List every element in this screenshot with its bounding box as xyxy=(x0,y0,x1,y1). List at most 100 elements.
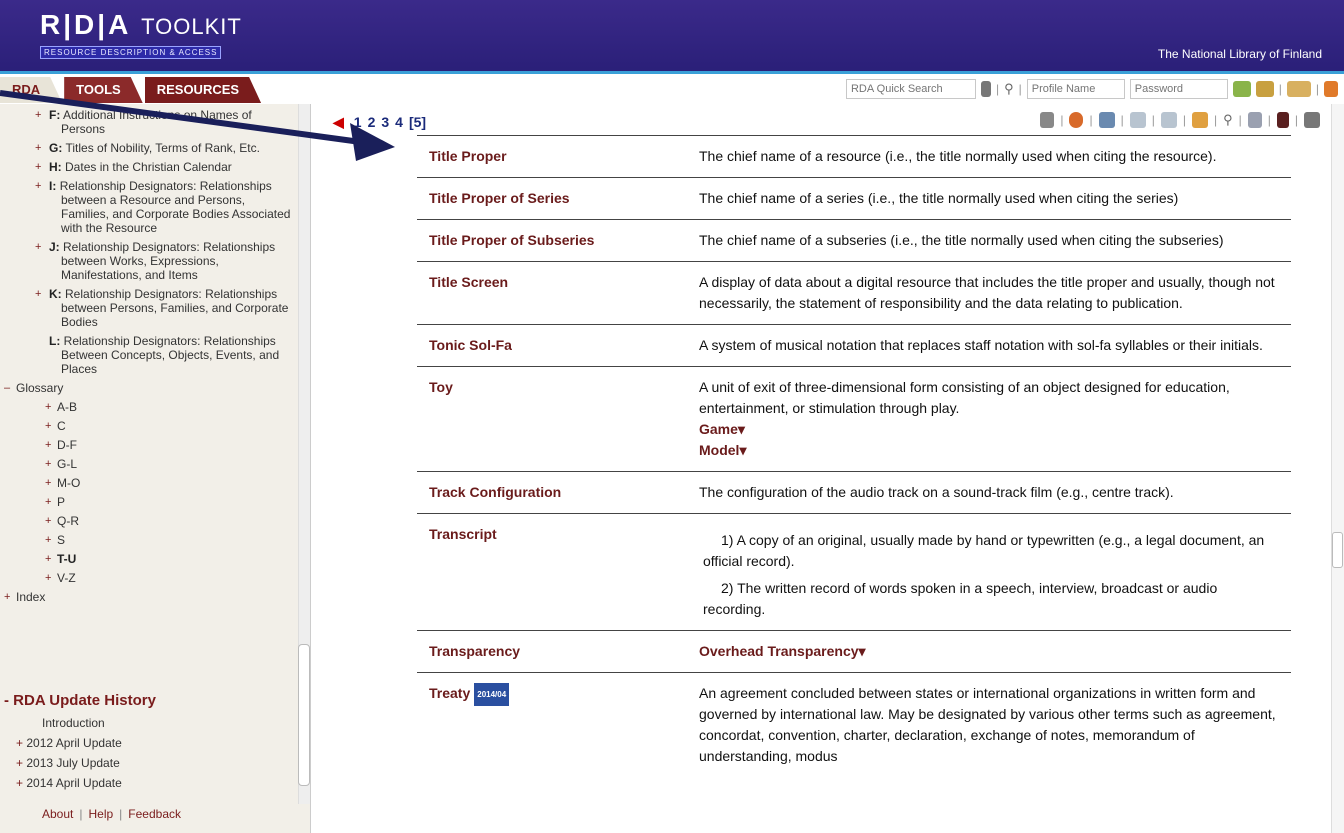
sidebar-scroll-thumb[interactable] xyxy=(298,644,310,786)
see-also-game-link[interactable]: Game▾ xyxy=(699,419,1283,440)
glossary-term: Track Configuration xyxy=(417,471,687,514)
update-2012-april[interactable]: + 2012 April Update xyxy=(16,736,122,750)
main-scrollbar[interactable] xyxy=(1331,104,1344,833)
table-row: Tonic Sol-Fa A system of musical notatio… xyxy=(417,324,1291,367)
glossary-term: Toy xyxy=(417,366,687,472)
password-input[interactable] xyxy=(1129,79,1228,99)
glossary-definition: A display of data about a digital resour… xyxy=(687,261,1291,325)
link-icon[interactable] xyxy=(1098,112,1115,128)
page-5-current[interactable]: [5] xyxy=(409,114,426,130)
table-row: Title Proper of Subseries The chief name… xyxy=(417,219,1291,262)
glossary-item[interactable]: + G-L xyxy=(0,455,296,474)
glossary-item[interactable]: + P xyxy=(0,493,296,512)
glossary-item[interactable]: + C xyxy=(0,417,296,436)
document-toolbar: | | | | | | ⚲ | | | xyxy=(1040,112,1320,128)
see-also-model-link[interactable]: Model▾ xyxy=(699,440,1283,461)
print-icon[interactable] xyxy=(1304,112,1320,128)
glossary-term: Treaty 2014/04 xyxy=(417,672,687,777)
see-overhead-transparency-link[interactable]: Overhead Transparency▾ xyxy=(699,643,866,659)
login-icon[interactable] xyxy=(1324,81,1338,97)
book-icon[interactable] xyxy=(1276,112,1289,128)
page-3[interactable]: 3 xyxy=(381,114,389,130)
back-arrow-icon[interactable]: ◀ xyxy=(333,114,344,130)
about-link[interactable]: About xyxy=(42,807,73,821)
sidebar-item-f[interactable]: + F: Additional Instructions on Names of … xyxy=(0,106,296,139)
main-scroll-thumb[interactable] xyxy=(1332,532,1343,568)
sidebar-item-k[interactable]: + K: Relationship Designators: Relationsh… xyxy=(0,285,296,332)
glossary-definition: An agreement concluded between states or… xyxy=(687,672,1291,777)
trash-icon[interactable] xyxy=(980,81,991,97)
find-icon[interactable]: ⚲ xyxy=(1223,112,1233,128)
table-row: Track Configuration The configuration of… xyxy=(417,471,1291,514)
page-2[interactable]: 2 xyxy=(368,114,376,130)
top-controls: | ⚲ | | | xyxy=(845,78,1338,100)
glossary-term: Transparency xyxy=(417,630,687,673)
collapse-icon[interactable] xyxy=(1129,112,1146,128)
table-row: Title Proper of Series The chief name of… xyxy=(417,177,1291,220)
quick-search-input[interactable] xyxy=(845,79,976,99)
profile-name-input[interactable] xyxy=(1026,79,1125,99)
table-row: Title Screen A display of data about a d… xyxy=(417,261,1291,325)
table-row: Treaty 2014/04 An agreement concluded bet… xyxy=(417,672,1291,777)
app-header: R|D|A TOOLKIT RESOURCE DESCRIPTION & ACC… xyxy=(0,0,1344,73)
user-add-icon[interactable] xyxy=(1232,81,1251,97)
sidebar-footer: About | Help | Feedback xyxy=(42,807,181,821)
pager: ◀ 1 2 3 4 [5] xyxy=(333,114,432,131)
sidebar-item-l[interactable]: L: Relationship Designators: Relationshi… xyxy=(0,332,296,379)
user-icon[interactable] xyxy=(1255,81,1274,97)
sidebar-item-glossary[interactable]: – Glossary xyxy=(0,379,296,398)
comment-icon[interactable] xyxy=(1286,81,1311,97)
glossary-definition: The chief name of a resource (i.e., the … xyxy=(687,135,1291,178)
main-content: ◀ 1 2 3 4 [5] | | | | | | ⚲ | | | Title Proper… xyxy=(311,104,1344,833)
table-row: Toy A unit of exit of three-dimensional … xyxy=(417,366,1291,472)
update-introduction[interactable]: Introduction xyxy=(42,716,105,730)
sidebar-item-i[interactable]: + I: Relationship Designators: Relationsh… xyxy=(0,177,296,238)
glossary-definition: A unit of exit of three-dimensional form… xyxy=(687,366,1291,472)
sidebar: + F: Additional Instructions on Names of … xyxy=(0,104,311,833)
update-2013-july[interactable]: + 2013 July Update xyxy=(16,756,120,770)
glossary-item[interactable]: + A-B xyxy=(0,398,296,417)
feedback-link[interactable]: Feedback xyxy=(128,807,181,821)
document-icon[interactable] xyxy=(1247,112,1262,128)
logo-subtitle: RESOURCE DESCRIPTION & ACCESS xyxy=(40,46,222,59)
glossary-item[interactable]: + Q-R xyxy=(0,512,296,531)
tab-tools[interactable]: TOOLS xyxy=(64,77,143,103)
glossary-definition: A system of musical notation that replac… xyxy=(687,324,1291,367)
glossary-item-current[interactable]: + T-U xyxy=(0,550,296,569)
sidebar-tree: + F: Additional Instructions on Names of … xyxy=(0,106,296,607)
expand-icon[interactable] xyxy=(1160,112,1177,128)
glossary-item[interactable]: + D-F xyxy=(0,436,296,455)
update-badge[interactable]: 2014/04 xyxy=(474,683,510,706)
glossary-definition: 1) A copy of an original, usually made b… xyxy=(687,513,1291,631)
page-4[interactable]: 4 xyxy=(395,114,403,130)
glossary-term: Transcript xyxy=(417,513,687,631)
sidebar-item-h[interactable]: + H: Dates in the Christian Calendar xyxy=(0,158,296,177)
search-icon[interactable]: ⚲ xyxy=(1004,81,1014,97)
glossary-term: Title Screen xyxy=(417,261,687,325)
glossary-definition: The configuration of the audio track on … xyxy=(687,471,1291,514)
institution-name: The National Library of Finland xyxy=(1157,47,1322,61)
glossary-item[interactable]: + V-Z xyxy=(0,569,296,588)
glossary-item[interactable]: + S xyxy=(0,531,296,550)
glossary-item[interactable]: + M-O xyxy=(0,474,296,493)
logo-toolkit: TOOLKIT xyxy=(141,14,242,39)
sync-icon[interactable] xyxy=(1191,112,1208,128)
tab-bar: RDA TOOLS RESOURCES | ⚲ | | | xyxy=(0,74,1344,104)
sidebar-item-j[interactable]: + J: Relationship Designators: Relationsh… xyxy=(0,238,296,285)
edit-icon[interactable] xyxy=(1040,112,1055,128)
help-link[interactable]: Help xyxy=(88,807,113,821)
bookmark-icon[interactable] xyxy=(1069,112,1084,128)
update-history-heading[interactable]: - RDA Update History xyxy=(4,692,156,709)
page-1[interactable]: 1 xyxy=(354,114,362,130)
update-2014-april[interactable]: + 2014 April Update xyxy=(16,776,122,790)
glossary-definition: The chief name of a series (i.e., the ti… xyxy=(687,177,1291,220)
tab-resources[interactable]: RESOURCES xyxy=(145,77,261,103)
glossary-term: Title Proper xyxy=(417,135,687,178)
tab-rda[interactable]: RDA xyxy=(0,77,62,103)
rda-toolkit-logo[interactable]: R|D|A TOOLKIT RESOURCE DESCRIPTION & ACC… xyxy=(40,10,242,60)
definition-item-1: 1) A copy of an original, usually made b… xyxy=(703,532,1265,569)
glossary-term: Title Proper of Subseries xyxy=(417,219,687,262)
sidebar-item-index[interactable]: + Index xyxy=(0,588,296,607)
sidebar-item-g[interactable]: + G: Titles of Nobility, Terms of Rank, E… xyxy=(0,139,296,158)
table-row: Transparency Overhead Transparency▾ xyxy=(417,630,1291,673)
